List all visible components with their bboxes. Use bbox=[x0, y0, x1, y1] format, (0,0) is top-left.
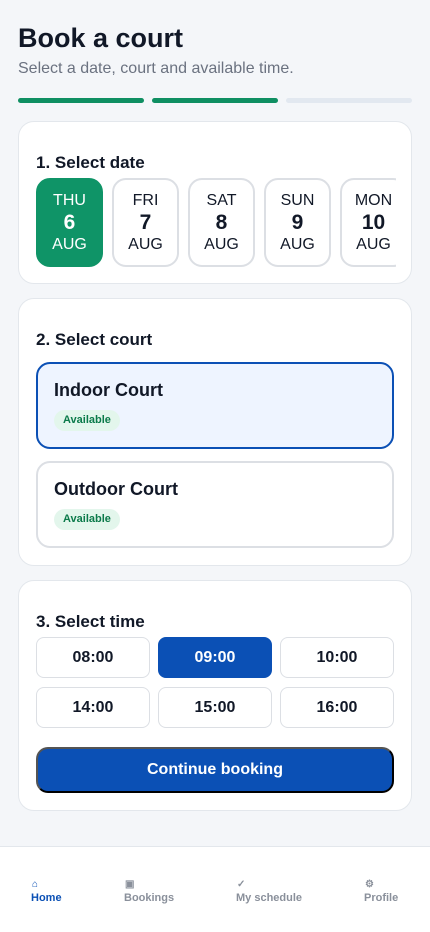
status-badge: Available bbox=[54, 509, 120, 530]
date-chip-sat-8[interactable]: SAT 8 AUG bbox=[188, 178, 255, 267]
date-month: AUG bbox=[280, 235, 315, 253]
page-header: Book a court Select a date, court and av… bbox=[18, 22, 412, 79]
continue-booking-button[interactable]: Continue booking bbox=[36, 747, 394, 793]
bookings-icon: ▣ bbox=[125, 879, 135, 890]
court-card: 2. Select court Indoor Court Available O… bbox=[18, 298, 412, 566]
date-month: AUG bbox=[52, 235, 87, 253]
nav-label: Home bbox=[31, 892, 62, 904]
nav-label: My schedule bbox=[236, 892, 303, 904]
home-icon: ⌂ bbox=[32, 879, 39, 890]
court-section-title: 2. Select court bbox=[36, 330, 153, 349]
date-weekday: SAT bbox=[206, 191, 237, 209]
progress-step-3 bbox=[286, 98, 412, 103]
date-day: 9 bbox=[291, 210, 304, 234]
booking-progress bbox=[18, 98, 412, 103]
date-chip-mon-10[interactable]: MON 10 AUG bbox=[340, 178, 396, 267]
nav-label: Bookings bbox=[124, 892, 175, 904]
time-slot-grid: 08:00 09:00 10:00 14:00 15:00 16:00 bbox=[36, 637, 394, 728]
date-chip-thu-6[interactable]: THU 6 AUG bbox=[36, 178, 103, 267]
date-day: 6 bbox=[63, 210, 76, 234]
date-section-title: 1. Select date bbox=[36, 153, 145, 172]
page-subtitle: Select a date, court and available time. bbox=[18, 60, 294, 77]
time-slot-0900[interactable]: 09:00 bbox=[158, 637, 272, 678]
time-slot-0800[interactable]: 08:00 bbox=[36, 637, 150, 678]
date-weekday: SUN bbox=[280, 191, 315, 209]
date-day: 7 bbox=[139, 210, 152, 234]
date-strip[interactable]: THU 6 AUG FRI 7 AUG SAT 8 AUG SUN 9 AUG … bbox=[36, 178, 396, 268]
court-option-indoor[interactable]: Indoor Court Available bbox=[36, 362, 394, 449]
page-title: Book a court bbox=[18, 23, 184, 53]
date-weekday: FRI bbox=[132, 191, 159, 209]
date-month: AUG bbox=[128, 235, 163, 253]
status-badge: Available bbox=[54, 410, 120, 431]
court-name: Indoor Court bbox=[54, 380, 163, 400]
progress-step-1 bbox=[18, 98, 144, 103]
time-slot-1500[interactable]: 15:00 bbox=[158, 687, 272, 728]
time-slot-1000[interactable]: 10:00 bbox=[280, 637, 394, 678]
nav-item-my-schedule[interactable]: ✓ My schedule bbox=[236, 879, 302, 905]
date-chip-fri-7[interactable]: FRI 7 AUG bbox=[112, 178, 179, 267]
time-slot-1400[interactable]: 14:00 bbox=[36, 687, 150, 728]
check-icon: ✓ bbox=[237, 879, 246, 890]
time-section-title: 3. Select time bbox=[36, 612, 145, 631]
date-month: AUG bbox=[204, 235, 239, 253]
date-day: 10 bbox=[361, 210, 386, 234]
progress-step-2 bbox=[152, 98, 278, 103]
date-chip-sun-9[interactable]: SUN 9 AUG bbox=[264, 178, 331, 267]
bottom-nav: ⌂ Home ▣ Bookings ✓ My schedule ⚙ Profil… bbox=[0, 846, 430, 932]
nav-label: Profile bbox=[364, 892, 399, 904]
gear-icon: ⚙ bbox=[365, 879, 374, 890]
court-name: Outdoor Court bbox=[54, 479, 178, 499]
date-card: 1. Select date THU 6 AUG FRI 7 AUG SAT 8… bbox=[18, 121, 412, 284]
time-slot-1600[interactable]: 16:00 bbox=[280, 687, 394, 728]
nav-item-bookings[interactable]: ▣ Bookings bbox=[124, 879, 174, 905]
nav-item-home[interactable]: ⌂ Home bbox=[31, 879, 62, 905]
time-card: 3. Select time 08:00 09:00 10:00 14:00 1… bbox=[18, 580, 412, 811]
date-day: 8 bbox=[215, 210, 228, 234]
date-weekday: THU bbox=[53, 191, 86, 209]
date-month: AUG bbox=[356, 235, 391, 253]
date-weekday: MON bbox=[354, 191, 393, 209]
nav-item-profile[interactable]: ⚙ Profile bbox=[364, 879, 398, 905]
court-option-outdoor[interactable]: Outdoor Court Available bbox=[36, 461, 394, 548]
